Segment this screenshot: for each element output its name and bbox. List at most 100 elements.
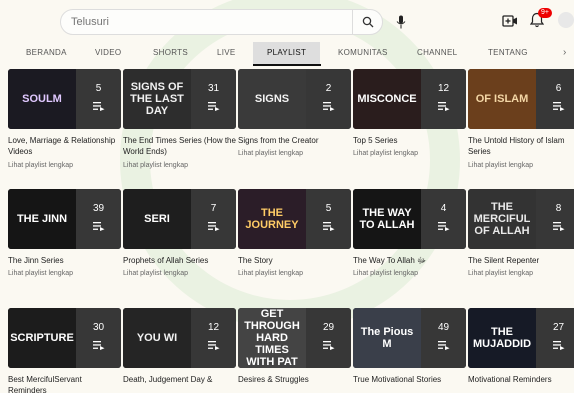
playlist-count-overlay: 39 [76, 189, 121, 249]
tab-playlist[interactable]: PLAYLIST [253, 42, 321, 64]
playlist-thumbnail[interactable]: SIGNS 2 [238, 69, 351, 129]
playlist-title[interactable]: The Story [238, 255, 351, 266]
playlist-count-overlay: 5 [306, 189, 351, 249]
thumbnail-title: SIGNS OF THE LAST DAY [130, 81, 184, 117]
playlist-title[interactable]: Top 5 Series [353, 135, 466, 146]
view-full-playlist-link[interactable]: Lihat playlist lengkap [468, 270, 533, 277]
playlist-title[interactable]: Motivational Reminders [468, 374, 574, 385]
playlist-count-overlay: 49 [421, 308, 466, 368]
tab-komunitas[interactable]: KOMUNITAS [338, 42, 388, 64]
playlist-thumbnail[interactable]: SCRIPTURE 30 [8, 308, 121, 368]
search-input[interactable] [71, 16, 341, 28]
view-full-playlist-link[interactable]: Lihat playlist lengkap [123, 270, 188, 277]
video-count: 5 [325, 203, 332, 214]
thumbnail-title: THE WAY TO ALLAH [359, 207, 415, 231]
thumbnail-title: The Pious M [360, 326, 414, 350]
playlist-count-overlay: 27 [536, 308, 574, 368]
playlist-icon [208, 341, 220, 350]
playlist-thumbnail[interactable]: The Pious M 49 [353, 308, 466, 368]
tab-video[interactable]: VIDEO [95, 42, 121, 64]
thumbnail-title: THE MERCIFUL OF ALLAH [473, 201, 531, 237]
playlist-card[interactable]: SIGNS OF THE LAST DAY 31 The End Times Ser… [123, 69, 236, 179]
voice-search-button[interactable] [394, 12, 408, 32]
video-count: 7 [210, 203, 217, 214]
playlist-thumbnail[interactable]: THE WAY TO ALLAH 4 [353, 189, 466, 249]
playlist-icon [93, 222, 105, 231]
playlist-card[interactable]: SIGNS 2 Signs from the Creator Lihat playli… [238, 69, 351, 179]
playlist-thumbnail[interactable]: MISCONCE 12 [353, 69, 466, 129]
view-full-playlist-link[interactable]: Lihat playlist lengkap [353, 270, 418, 277]
playlist-title[interactable]: Signs from the Creator [238, 135, 351, 146]
playlist-card[interactable]: THE MUJADDID 27 Motivational Reminders [468, 308, 574, 393]
playlist-title[interactable]: Prophets of Allah Series [123, 255, 236, 266]
view-full-playlist-link[interactable]: Lihat playlist lengkap [238, 150, 303, 157]
search-icon [362, 16, 374, 28]
playlist-thumbnail[interactable]: THE JOURNEY 5 [238, 189, 351, 249]
playlist-card[interactable]: SOULM 5 Love, Marriage & Relationship Vide… [8, 69, 121, 179]
thumbnail-title: OF ISLAM [475, 93, 529, 105]
playlist-title[interactable]: True Motivational Stories [353, 374, 466, 385]
view-full-playlist-link[interactable]: Lihat playlist lengkap [8, 162, 73, 169]
thumbnail-title: THE JINN [16, 213, 68, 225]
view-full-playlist-link[interactable]: Lihat playlist lengkap [353, 150, 418, 157]
playlist-card[interactable]: THE JOURNEY 5 The Story Lihat playlist leng… [238, 189, 351, 299]
search-box[interactable] [60, 9, 383, 35]
playlist-card[interactable]: OF ISLAM 6 The Untold History of Islam Ser… [468, 69, 574, 179]
playlist-thumbnail[interactable]: THE MERCIFUL OF ALLAH 8 [468, 189, 574, 249]
thumbnail-title: SIGNS [254, 93, 290, 105]
playlist-thumbnail[interactable]: OF ISLAM 6 [468, 69, 574, 129]
create-button[interactable] [502, 14, 518, 28]
video-count: 39 [92, 203, 105, 214]
playlist-thumbnail[interactable]: SOULM 5 [8, 69, 121, 129]
thumbnail-title: THE JOURNEY [245, 207, 299, 231]
tab-tentang[interactable]: TENTANG [488, 42, 528, 64]
playlist-thumbnail[interactable]: THE MUJADDID 27 [468, 308, 574, 368]
tab-shorts[interactable]: SHORTS [153, 42, 188, 64]
playlist-icon [553, 341, 565, 350]
tab-channel[interactable]: CHANNEL [417, 42, 457, 64]
video-count: 30 [92, 322, 105, 333]
view-full-playlist-link[interactable]: Lihat playlist lengkap [238, 270, 303, 277]
playlist-card[interactable]: GET THROUGH HARD TIMES WITH PAT 29 Desires… [238, 308, 351, 393]
view-full-playlist-link[interactable]: Lihat playlist lengkap [8, 270, 73, 277]
playlist-title[interactable]: Love, Marriage & Relationship Videos [8, 135, 121, 157]
playlist-title[interactable]: The End Times Series (How the World Ends… [123, 135, 236, 157]
playlist-card[interactable]: THE WAY TO ALLAH 4 The Way To Allah ﷻ Lihat… [353, 189, 466, 299]
tab-beranda[interactable]: BERANDA [26, 42, 67, 64]
playlist-title[interactable]: The Untold History of Islam Series [468, 135, 574, 157]
playlist-card[interactable]: MISCONCE 12 Top 5 Series Lihat playlist len… [353, 69, 466, 179]
playlist-count-overlay: 30 [76, 308, 121, 368]
playlist-count-overlay: 5 [76, 69, 121, 129]
view-full-playlist-link[interactable]: Lihat playlist lengkap [468, 162, 533, 169]
avatar[interactable] [558, 12, 574, 28]
playlist-card[interactable]: THE MERCIFUL OF ALLAH 8 The Silent Repente… [468, 189, 574, 299]
tabs-scroll-right-icon[interactable]: › [563, 42, 566, 64]
playlist-icon [438, 341, 450, 350]
playlist-thumbnail[interactable]: THE JINN 39 [8, 189, 121, 249]
playlist-card[interactable]: SCRIPTURE 30 Best MercifulServant Reminder… [8, 308, 121, 393]
playlist-thumbnail[interactable]: YOU WI 12 [123, 308, 236, 368]
playlist-title[interactable]: The Silent Repenter [468, 255, 574, 266]
playlist-title[interactable]: The Way To Allah ﷻ [353, 255, 466, 266]
view-full-playlist-link[interactable]: Lihat playlist lengkap [123, 162, 188, 169]
video-count: 4 [440, 203, 447, 214]
playlist-title[interactable]: Best MercifulServant Reminders [8, 374, 121, 393]
playlist-title[interactable]: The Jinn Series [8, 255, 121, 266]
playlist-card[interactable]: THE JINN 39 The Jinn Series Lihat playlist … [8, 189, 121, 299]
thumbnail-title: SOULM [22, 93, 62, 105]
playlist-thumbnail[interactable]: SIGNS OF THE LAST DAY 31 [123, 69, 236, 129]
search-button[interactable] [352, 9, 383, 35]
playlist-icon [208, 222, 220, 231]
playlist-title[interactable]: Death, Judgement Day & [123, 374, 236, 385]
playlist-thumbnail[interactable]: GET THROUGH HARD TIMES WITH PAT 29 [238, 308, 351, 368]
video-count: 12 [437, 83, 450, 94]
playlist-thumbnail[interactable]: SERI 7 [123, 189, 236, 249]
thumbnail-title: SERI [144, 213, 170, 225]
playlist-card[interactable]: The Pious M 49 True Motivational Stories [353, 308, 466, 393]
playlist-title[interactable]: Desires & Struggles [238, 374, 351, 385]
tab-live[interactable]: LIVE [217, 42, 236, 64]
playlist-card[interactable]: SERI 7 Prophets of Allah Series Lihat playl… [123, 189, 236, 299]
playlist-count-overlay: 31 [191, 69, 236, 129]
notifications-button[interactable]: 9+ [529, 8, 552, 30]
playlist-card[interactable]: YOU WI 12 Death, Judgement Day & [123, 308, 236, 393]
